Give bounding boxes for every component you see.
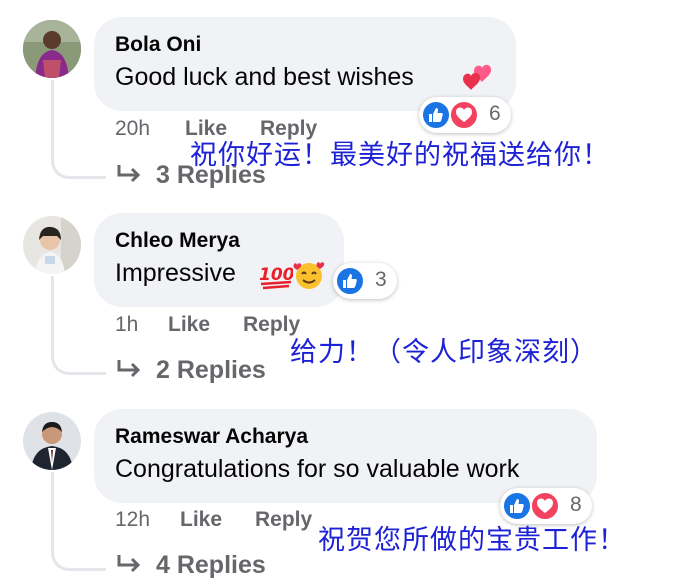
like-icon (421, 100, 451, 130)
reply-arrow-icon (115, 553, 143, 582)
translation-overlay: 祝贺您所做的宝贵工作！ (318, 525, 626, 556)
reply-button[interactable]: Reply (255, 508, 312, 532)
hearts-emoji (460, 62, 494, 99)
like-icon (502, 491, 532, 521)
comment-time[interactable]: 20h (115, 117, 150, 141)
reply-arrow-icon (115, 358, 143, 387)
reaction-count: 3 (375, 268, 387, 291)
reaction-count: 6 (489, 102, 501, 125)
smiling-face-with-hearts-emoji (293, 259, 325, 296)
comment-text: Good luck and best wishes (115, 63, 414, 91)
comment-author[interactable]: Chleo Merya (115, 229, 240, 253)
love-icon (449, 100, 479, 130)
reaction-summary[interactable]: 3 (333, 263, 397, 299)
avatar[interactable] (23, 412, 81, 470)
like-button[interactable]: Like (168, 313, 210, 337)
reaction-count: 8 (570, 493, 582, 516)
love-icon (530, 491, 560, 521)
like-button[interactable]: Like (180, 508, 222, 532)
like-icon (335, 266, 365, 296)
translation-overlay: 给力！（令人印象深刻） (290, 337, 598, 368)
comment-time[interactable]: 12h (115, 508, 150, 532)
comment-time[interactable]: 1h (115, 313, 138, 337)
avatar[interactable] (23, 20, 81, 78)
avatar[interactable] (23, 216, 81, 274)
translation-overlay: 祝你好运！最美好的祝福送给你！ (190, 140, 610, 171)
comment-author[interactable]: Bola Oni (115, 33, 201, 57)
view-replies-link[interactable]: 4 Replies (156, 551, 266, 580)
reply-arrow-icon (115, 163, 143, 192)
comment-author[interactable]: Rameswar Acharya (115, 425, 308, 449)
view-replies-link[interactable]: 2 Replies (156, 356, 266, 385)
hundred-points-emoji: 100 (259, 260, 295, 295)
comment-text: Congratulations for so valuable work (115, 455, 520, 483)
comment-text: Impressive (115, 259, 236, 287)
reaction-summary[interactable]: 6 (419, 97, 511, 133)
